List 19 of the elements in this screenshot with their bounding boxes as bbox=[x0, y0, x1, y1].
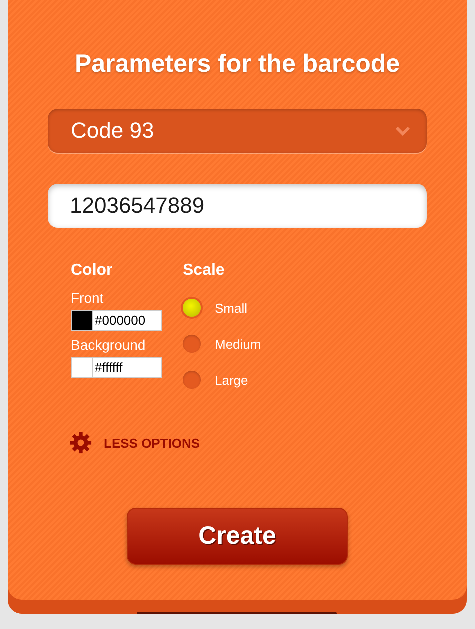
color-heading: Color bbox=[71, 262, 114, 280]
form-title: Parameters for the barcode bbox=[74, 50, 402, 79]
color-input[interactable]: #ffffff bbox=[92, 357, 162, 378]
barcode-type-dropdown[interactable]: Code 93 bbox=[48, 109, 427, 153]
gear-icon bbox=[70, 432, 92, 454]
chevron-down-icon bbox=[395, 126, 411, 136]
radio-button[interactable] bbox=[183, 299, 201, 317]
radio-label[interactable]: Large bbox=[215, 372, 248, 388]
radio-label[interactable]: Medium bbox=[215, 336, 262, 352]
radio-label[interactable]: Small bbox=[215, 300, 248, 316]
color-input[interactable]: #000000 bbox=[92, 310, 162, 331]
color-label: Background bbox=[71, 337, 147, 353]
scale-heading: Scale bbox=[183, 262, 226, 280]
less-options-button[interactable]: LESS OPTIONS bbox=[70, 432, 200, 454]
create-button[interactable]: Create bbox=[127, 508, 348, 565]
barcode-data-input[interactable]: 12036547889 bbox=[48, 184, 427, 228]
radio-button[interactable] bbox=[183, 335, 201, 353]
color-label: Front bbox=[71, 290, 105, 306]
radio-button[interactable] bbox=[183, 371, 201, 389]
